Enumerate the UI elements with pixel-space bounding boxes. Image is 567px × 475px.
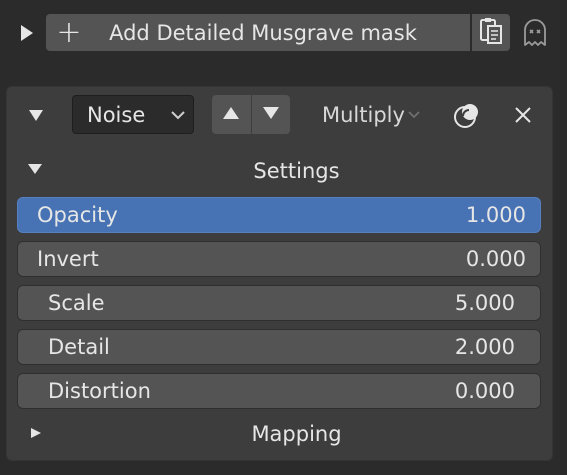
field-value: 2.000 [454,335,515,359]
field-label: Invert [37,247,99,271]
opacity-field[interactable]: Opacity 1.000 [17,197,541,233]
chevron-down-icon [163,110,193,120]
scale-field[interactable]: Scale 5.000 [17,285,541,321]
chevron-down-icon [407,110,421,120]
arrow-down-icon [262,105,280,124]
noise-type-value: Noise [87,102,146,127]
add-mask-label: Add Detailed Musgrave mask [109,20,417,45]
arrow-up-icon [222,105,240,124]
move-down-button[interactable] [250,95,291,134]
add-mask-button[interactable]: + Add Detailed Musgrave mask [46,14,470,51]
noise-type-select[interactable]: Noise [72,95,194,134]
move-buttons [212,95,290,134]
field-value: 0.000 [465,247,526,271]
detail-field[interactable]: Detail 2.000 [17,329,541,365]
paste-icon [478,17,504,49]
field-value: 5.000 [454,291,515,315]
field-value: 1.000 [465,203,526,227]
move-up-button[interactable] [212,95,251,134]
field-label: Opacity [37,203,118,227]
invert-field[interactable]: Invert 0.000 [17,241,541,277]
blend-mode-select[interactable]: Multiply [322,95,421,134]
expand-triangle-icon[interactable] [16,22,36,44]
field-label: Distortion [48,379,151,403]
field-label: Detail [48,335,110,359]
collapse-layer-triangle-icon[interactable] [26,105,46,129]
overlay-icon[interactable] [450,97,484,133]
paste-button[interactable] [472,14,510,51]
settings-header[interactable]: Settings [0,155,567,187]
close-icon[interactable] [508,97,538,133]
plus-icon: + [56,14,82,50]
field-label: Scale [48,291,105,315]
ghost-icon[interactable] [519,14,551,51]
field-value: 0.000 [454,379,515,403]
blend-mode-value: Multiply [322,102,405,127]
distortion-field[interactable]: Distortion 0.000 [17,373,541,409]
mapping-header[interactable]: Mapping [0,418,567,450]
